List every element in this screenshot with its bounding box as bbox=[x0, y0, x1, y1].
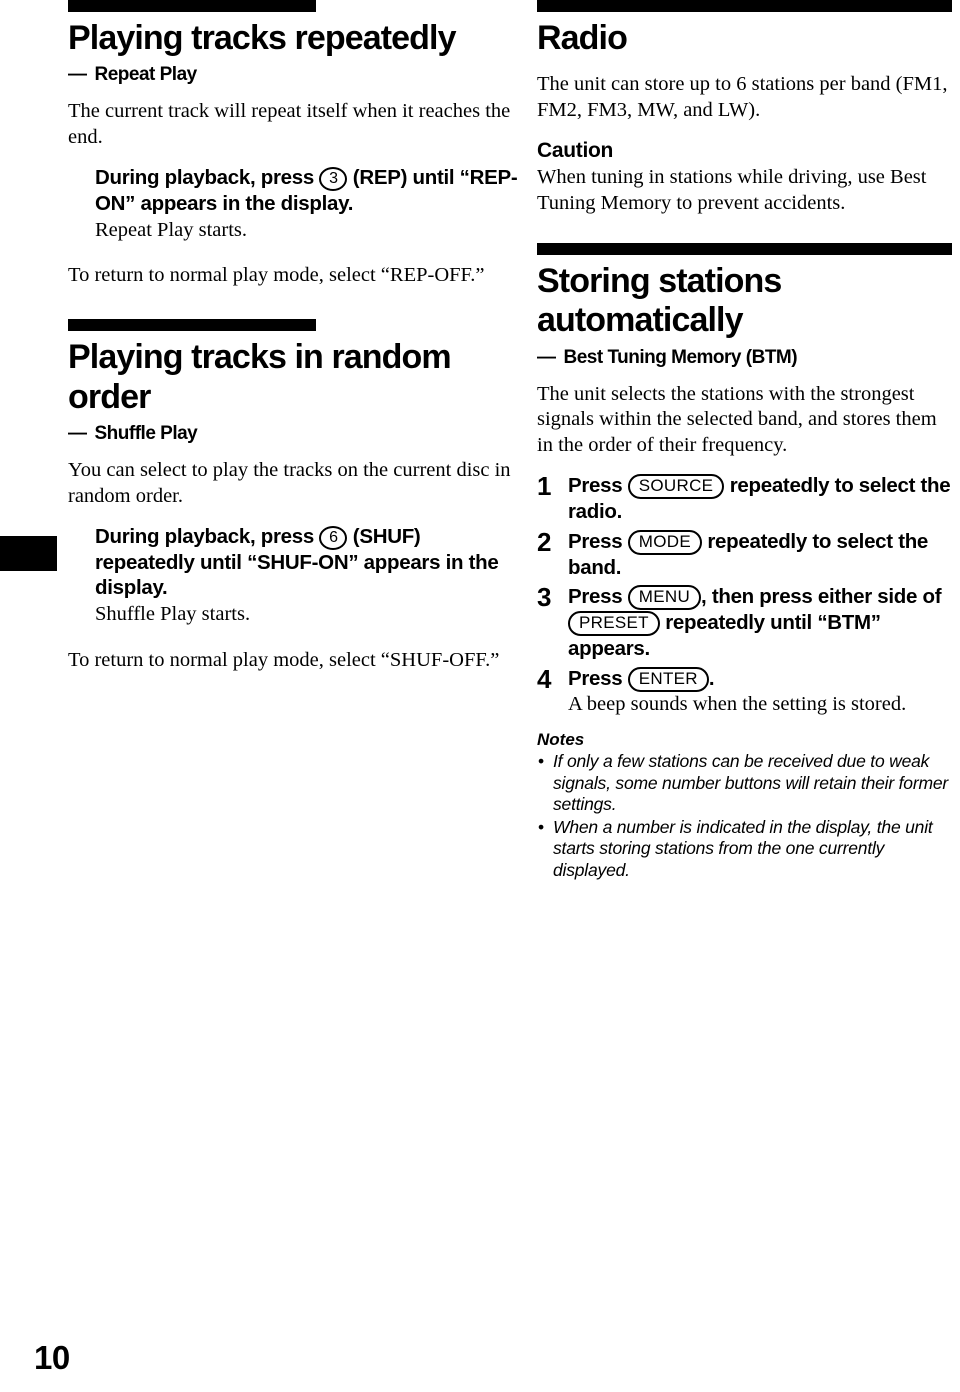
step-text-before: Press bbox=[568, 529, 623, 553]
step-text-after: repeatedly to select the band. bbox=[568, 529, 929, 579]
em-dash-icon: — bbox=[537, 346, 556, 368]
section-subtitle-repeat-play: — Repeat Play bbox=[68, 64, 518, 87]
notes-block: Notes If only a few stations can be rece… bbox=[537, 730, 952, 881]
step-text: Press SOURCE repeatedly to select the ra… bbox=[568, 473, 952, 525]
step-text: Press ENTER. bbox=[568, 666, 952, 692]
section-title-storing-stations: Storing stations automatically bbox=[537, 261, 782, 340]
instruction-result-repeat-play: Repeat Play starts. bbox=[95, 218, 248, 241]
right-column: Radio The unit can store up to 6 station… bbox=[537, 0, 952, 882]
step-number: 3 bbox=[537, 582, 552, 613]
note-item: When a number is indicated in the displa… bbox=[537, 817, 952, 882]
em-dash-icon: — bbox=[68, 423, 87, 445]
intro-paragraph-repeat-play: The current track will repeat itself whe… bbox=[68, 100, 511, 149]
step-number: 2 bbox=[537, 526, 552, 557]
left-column: Playing tracks repeatedly — Repeat Play T… bbox=[68, 0, 518, 687]
instruction-repeat-play: During playback, press 3 (REP) until “RE… bbox=[68, 165, 518, 217]
section-rule bbox=[68, 0, 316, 12]
section-radio: Radio The unit can store up to 6 station… bbox=[537, 0, 952, 217]
step-text-after: . bbox=[708, 666, 715, 690]
section-thumb-index-marker bbox=[0, 536, 57, 571]
step-item-4: 4 Press ENTER. A beep sounds when the se… bbox=[537, 663, 952, 718]
section-subtitle-btm: — Best Tuning Memory (BTM) bbox=[537, 347, 952, 370]
instruction-result-shuffle-play: Shuffle Play starts. bbox=[95, 602, 251, 625]
manual-page: Playing tracks repeatedly — Repeat Play T… bbox=[0, 0, 960, 1392]
instruction-prefix-text: During playback, press bbox=[95, 524, 314, 548]
menu-button-icon: MENU bbox=[627, 585, 702, 611]
step-number: 1 bbox=[537, 471, 552, 502]
section-subtitle-text: Repeat Play bbox=[94, 64, 198, 86]
step-item-1: 1 Press SOURCE repeatedly to select the … bbox=[537, 471, 952, 525]
step-text: Press MENU, then press either side of PR… bbox=[568, 584, 952, 662]
intro-paragraph-radio: The unit can store up to 6 stations per … bbox=[537, 73, 948, 122]
intro-paragraph-storing-stations: The unit selects the stations with the s… bbox=[537, 382, 937, 457]
section-shuffle-play: Playing tracks in random order — Shuffle … bbox=[68, 319, 518, 673]
em-dash-icon: — bbox=[68, 64, 87, 86]
step-item-2: 2 Press MODE repeatedly to select the ba… bbox=[537, 526, 952, 581]
section-title-radio: Radio bbox=[537, 19, 628, 57]
section-subtitle-text: Best Tuning Memory (BTM) bbox=[563, 346, 798, 368]
notes-list: If only a few stations can be received d… bbox=[537, 751, 952, 881]
notes-title: Notes bbox=[537, 729, 585, 749]
step-text-before: Press bbox=[568, 474, 623, 498]
number-button-3-icon: 3 bbox=[319, 166, 348, 191]
step-number: 4 bbox=[537, 663, 552, 694]
section-storing-stations: Storing stations automatically — Best Tun… bbox=[537, 242, 952, 881]
preset-button-icon: PRESET bbox=[568, 611, 660, 637]
step-item-3: 3 Press MENU, then press either side of … bbox=[537, 582, 952, 662]
section-rule bbox=[537, 0, 952, 12]
mode-button-icon: MODE bbox=[627, 529, 702, 555]
closing-paragraph-repeat-play: To return to normal play mode, select “R… bbox=[68, 264, 485, 287]
intro-paragraph-shuffle-play: You can select to play the tracks on the… bbox=[68, 458, 511, 507]
instruction-prefix-text: During playback, press bbox=[95, 165, 314, 189]
section-repeat-play: Playing tracks repeatedly — Repeat Play T… bbox=[68, 0, 518, 289]
section-rule bbox=[68, 319, 316, 332]
note-item: If only a few stations can be received d… bbox=[537, 751, 952, 816]
source-button-icon: SOURCE bbox=[627, 474, 725, 500]
caution-title: Caution bbox=[537, 139, 614, 163]
enter-button-icon: ENTER bbox=[627, 666, 709, 692]
closing-paragraph-shuffle-play: To return to normal play mode, select “S… bbox=[68, 648, 500, 671]
step-text: Press MODE repeatedly to select the band… bbox=[568, 529, 952, 581]
section-rule bbox=[537, 242, 952, 255]
section-title-shuffle-play: Playing tracks in random order bbox=[68, 338, 452, 416]
step-text-after: repeatedly to select the radio. bbox=[568, 474, 951, 524]
caution-paragraph: When tuning in stations while driving, u… bbox=[537, 166, 927, 215]
section-title-repeat-play: Playing tracks repeatedly bbox=[68, 19, 456, 57]
section-subtitle-text: Shuffle Play bbox=[94, 423, 198, 445]
step-text-before: Press bbox=[568, 666, 623, 690]
step-result-text: A beep sounds when the setting is stored… bbox=[568, 692, 907, 715]
number-button-6-icon: 6 bbox=[319, 525, 348, 550]
step-text-before: Press bbox=[568, 585, 623, 609]
procedure-steps-list: 1 Press SOURCE repeatedly to select the … bbox=[537, 471, 952, 718]
page-number: 10 bbox=[34, 1339, 70, 1376]
instruction-shuffle-play: During playback, press 6 (SHUF) repeated… bbox=[68, 524, 518, 601]
step-text-after: , then press either side of bbox=[701, 585, 942, 609]
section-subtitle-shuffle-play: — Shuffle Play bbox=[68, 423, 518, 446]
